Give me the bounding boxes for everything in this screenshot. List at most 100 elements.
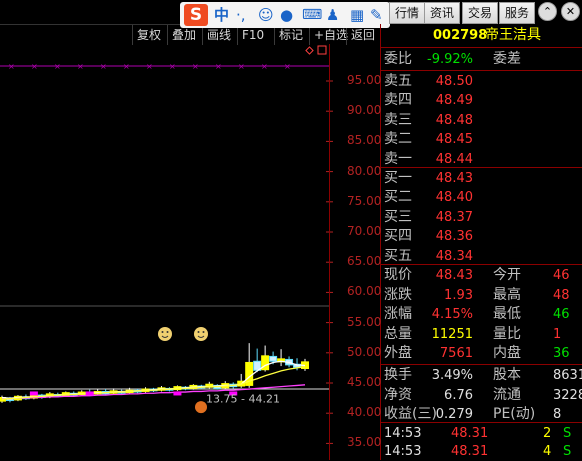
menu-quotes[interactable]: 行情 [389,2,426,24]
x-marker: × [261,62,268,71]
candle-down [269,355,278,362]
level-price: 48.50 [435,74,473,89]
stat-label: 涨幅 [384,306,412,323]
stat-row: 净资 6.76 流通 3228 [381,386,582,405]
x-marker: × [123,62,130,71]
smiley-icon [194,327,208,341]
f10-button[interactable]: F10 [237,25,268,45]
y-tick-label: 85.00 [347,133,382,148]
ask-row[interactable]: 卖五 48.50 [381,72,582,91]
level-label: 卖一 [384,150,412,167]
overlay-button[interactable]: 叠加 [167,25,200,45]
punctuation-icon[interactable]: ·, [236,5,246,25]
y-tick-label: 35.00 [347,435,382,450]
microphone-icon[interactable]: ● [280,5,293,25]
level-label: 卖四 [384,92,412,109]
stat-value: 48.43 [435,268,473,283]
stat-value: 7561 [439,346,473,362]
stat-row: 外盘 7561 内盘 36 [381,344,582,363]
stat-label: 总量 [384,325,412,342]
signal-marker [29,391,38,396]
stat-value: 4.15% [431,307,473,323]
menu-news[interactable]: 资讯 [424,2,461,24]
level-label: 买五 [384,247,412,264]
keyboard-icon[interactable]: ⌨ [302,5,322,25]
level-label: 买四 [384,228,412,245]
stat-value: 0.279 [435,407,473,423]
ask-row[interactable]: 卖一 48.44 [381,150,582,169]
stat-label-2: 最低 [493,306,521,323]
stat-row: 涨跌 1.93 最高 48 [381,286,582,305]
menu-service[interactable]: 服务 [499,2,536,24]
tools-icon[interactable]: ✎ [370,5,383,25]
level-price: 48.34 [435,248,473,264]
skin-icon[interactable]: ♟ [326,5,339,25]
tick-volume: 4 [543,444,552,459]
y-tick-label: 65.00 [347,254,382,269]
ask-row[interactable]: 卖二 48.45 [381,130,582,149]
menu-trade[interactable]: 交易 [462,2,499,24]
range-annotation: 13.75 - 44.21 [206,392,280,405]
back-button[interactable]: 返回 [346,25,379,45]
ask-row[interactable]: 卖三 48.48 [381,111,582,130]
level-price: 48.43 [435,171,473,186]
grid-icon[interactable]: ▦ [350,5,364,25]
y-tick-label: 45.00 [347,375,382,389]
stat-label-2: 今开 [493,267,521,283]
x-marker: × [284,62,291,71]
bid-row[interactable]: 买四 48.36 [381,227,582,246]
bid-row[interactable]: 买一 48.43 [381,169,582,188]
sogou-logo-icon[interactable]: S [184,4,208,26]
draw-line-button[interactable]: 画线 [202,25,235,45]
close-icon[interactable]: ✕ [561,2,580,21]
y-tick-label: 80.00 [347,163,382,178]
kline-chart[interactable]: × × × × × × × × × × × × × 13.75 - 44.21 [0,44,380,460]
quote-panel: 002798 帝王洁具 委比 -9.92% 委差 卖五 48.50 卖四 48.49 卖… [380,24,582,460]
fuquan-button[interactable]: 复权 [132,25,165,45]
tick-time: 14:53 [384,426,422,441]
stat-value-2: 8631 [553,368,582,383]
emoji-icon[interactable]: ☺ [258,5,274,25]
stat-value: 11251 [431,326,473,342]
stat-value-2: 8 [553,407,562,423]
tick-side: S [563,426,572,441]
tick-volume: 2 [543,426,552,441]
ime-mode-icon[interactable]: 中 [214,5,229,25]
mark-button[interactable]: 标记 [274,25,307,45]
axis-separator [329,44,330,460]
stat-value-2: 48 [553,287,570,303]
stat-label-2: 股本 [493,367,521,383]
stat-value-2: 36 [553,346,570,362]
stat-row: 收益(三) 0.279 PE(动) 8 [381,405,582,424]
x-marker: × [146,62,153,71]
collapse-icon[interactable]: ⌃ [538,2,557,21]
level-label: 买三 [384,208,412,225]
y-tick-label: 40.00 [347,405,382,420]
stat-label: 收益(三) [384,406,437,423]
bid-row[interactable]: 买二 48.40 [381,188,582,207]
weibi-value: -9.92% [427,52,473,67]
ask-row[interactable]: 卖四 48.49 [381,91,582,110]
x-marker: × [31,62,38,71]
stat-label-2: 流通 [493,386,521,403]
y-tick-label: 90.00 [347,103,382,118]
ime-toolbar[interactable]: S 中 ·, ☺ ● ⌨ ♟ ▦ ✎ [180,2,390,28]
x-marker: × [77,62,84,71]
y-tick-label: 95.00 [347,73,382,87]
stat-label: 净资 [384,386,412,403]
bid-row[interactable]: 买五 48.34 [381,247,582,266]
stat-row: 涨幅 4.15% 最低 46 [381,305,582,324]
tick-row: 14:53 48.31 4 S [381,442,582,461]
weibi-label: 委比 [384,51,412,67]
tick-price: 48.31 [451,444,489,459]
level-label: 买一 [384,170,412,186]
weibi-row: 委比 -9.92% 委差 [381,50,582,69]
x-marker: × [238,62,245,71]
level-price: 48.49 [435,93,473,109]
stat-label: 换手 [384,367,412,383]
bid-row[interactable]: 买三 48.37 [381,208,582,227]
marker-diamond [305,46,314,55]
stat-value: 1.93 [444,287,473,303]
tick-side: S [563,444,572,459]
tick-price: 48.31 [451,426,489,441]
